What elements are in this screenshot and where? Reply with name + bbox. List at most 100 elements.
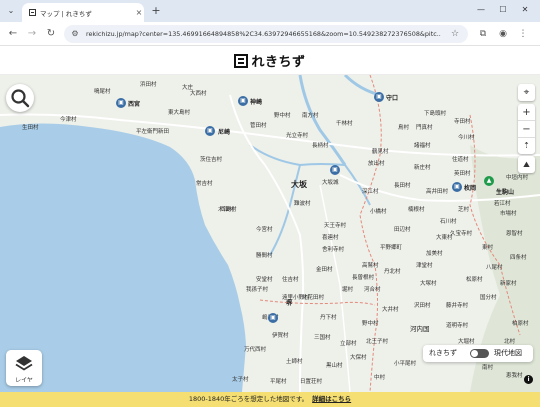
map-label: 中村 [374, 375, 386, 381]
map-label: 今宮村 [256, 227, 273, 233]
map-label: 沢田村 [414, 303, 431, 309]
notice-details-link[interactable]: 詳細はこちら [312, 395, 351, 403]
map-label: 深江村 [362, 189, 379, 195]
map-label: 平尾村 [270, 379, 287, 385]
forward-icon[interactable]: → [25, 27, 39, 41]
map-label: 野中村 [362, 321, 379, 327]
map-label: 大保村 [350, 355, 367, 361]
bookmark-star-icon[interactable]: ☆ [448, 27, 462, 41]
map-label: 放出村 [368, 161, 385, 167]
tab-close-icon[interactable]: × [134, 8, 144, 17]
new-tab-button[interactable]: + [150, 5, 162, 17]
terrain-toggle-button[interactable]: ⛰ [518, 156, 535, 173]
back-icon[interactable]: ← [6, 27, 20, 41]
map-label: 黒山村 [326, 363, 343, 369]
tab-rekichizu[interactable]: マップ | れきちず × [22, 3, 144, 22]
address-bar[interactable]: ⚙ rekichizu.jp/map?center=135.4699166489… [64, 25, 468, 43]
castle-town-icon[interactable]: ▣ [205, 126, 215, 136]
map-label: 河合村 [364, 287, 381, 293]
map-label: 松原村 [466, 277, 483, 283]
map-label: 住吉村 [282, 277, 299, 283]
map-label: 大坂 [291, 180, 307, 189]
map-label: 国分村 [480, 295, 497, 301]
map-label: 長曽根村 [352, 275, 375, 281]
map-label: 河内国 [410, 325, 430, 333]
notice-text: 1800-1840年ごろを想定した地図です。 [188, 395, 309, 403]
map-label: 長田村 [394, 183, 411, 189]
close-window-button[interactable]: ✕ [518, 4, 532, 16]
map-label: 難波村 [294, 201, 311, 207]
map-label: 中垣内村 [506, 175, 529, 181]
castle-town-icon[interactable]: ▣ [268, 313, 278, 323]
extensions-icon[interactable]: ⧉ [476, 27, 490, 41]
map-label: 平野郷町 [380, 245, 403, 251]
map-label: 北王子村 [366, 339, 389, 345]
geolocate-button[interactable]: ⌖ [518, 84, 535, 101]
map-label: 千林村 [336, 121, 353, 127]
mountain-icon[interactable]: ▲ [484, 176, 494, 186]
map-label: 東村 [482, 245, 494, 251]
map-label: 丹北村 [384, 269, 401, 275]
map-label: 太子村 [232, 377, 249, 383]
map-label: 今川村 [458, 135, 475, 141]
profile-icon[interactable]: ◉ [496, 27, 510, 41]
site-info-icon[interactable]: ⚙ [69, 28, 81, 40]
map-mode-toggle[interactable]: れきちず 現代地図 [423, 345, 533, 362]
map-label: 生田村 [22, 125, 39, 131]
zoom-out-button[interactable]: − [518, 121, 535, 138]
map-label: 鳴尾村 [94, 89, 111, 95]
locate-icon: ⌖ [523, 87, 530, 98]
map-label: 石川村 [440, 219, 457, 225]
map-label: 新庄村 [414, 165, 431, 171]
castle-town-icon[interactable]: ▣ [116, 98, 126, 108]
map-search-button[interactable] [6, 84, 34, 112]
castle-town-icon[interactable]: ▣ [238, 96, 248, 106]
map-label: 小橋村 [370, 209, 387, 215]
toggle-switch[interactable] [470, 349, 489, 358]
map-label: 楠根村 [408, 207, 425, 213]
map-label: 北村 [504, 339, 516, 345]
map-label: 北花田村 [302, 295, 325, 301]
map-label: 英田村 [454, 171, 471, 177]
site-logo[interactable]: れきちず [234, 51, 305, 70]
map-label: 大坂城 [322, 180, 339, 186]
compass-icon[interactable]: ⇡ [518, 138, 535, 154]
map-label: 天王寺村 [324, 223, 347, 229]
map-label: 木津村 [218, 207, 235, 213]
castle-town-icon[interactable]: ▣ [452, 182, 462, 192]
mountain-terrain-icon: ⛰ [523, 160, 530, 169]
map-label: 今津村 [60, 117, 77, 123]
map-label: 大東村 [436, 235, 453, 241]
info-icon[interactable]: i [524, 375, 533, 384]
minimize-button[interactable]: — [474, 4, 488, 16]
map-label: 南方村 [302, 113, 319, 119]
map-label: 高鷲村 [362, 263, 379, 269]
castle-town-icon[interactable]: ▣ [374, 92, 384, 102]
map-label: 鶴見村 [372, 149, 389, 155]
reload-icon[interactable]: ↻ [44, 27, 58, 41]
map-label: 浜田村 [140, 82, 157, 88]
map-label: 長柄村 [312, 143, 329, 149]
map-label: 大庄 [182, 85, 194, 91]
map-label: 光立寺村 [286, 133, 309, 139]
layer-button[interactable]: レイヤ [6, 350, 42, 386]
map-label: 舎利寺村 [322, 247, 345, 253]
maximize-button[interactable]: ☐ [496, 4, 510, 16]
search-icon [11, 89, 30, 108]
map-label: 加美村 [426, 251, 443, 257]
map-label: 恵我村 [506, 373, 523, 379]
url-text[interactable]: rekichizu.jp/map?center=135.469916648948… [86, 25, 441, 43]
map-label: 鳥村 [398, 125, 410, 131]
osaka-castle-icon[interactable]: ▣ [330, 165, 340, 175]
map-label: 丹下村 [320, 315, 337, 321]
map-label: 尼崎 [218, 129, 231, 136]
browser-toolbar: ← → ↻ ⚙ rekichizu.jp/map?center=135.4699… [0, 22, 540, 46]
map-label: 小平尾村 [394, 361, 417, 367]
site-header: れきちず [0, 47, 540, 75]
map-label: 伊賀村 [272, 333, 289, 339]
zoom-in-button[interactable]: + [518, 104, 535, 121]
map-label: 新家村 [500, 281, 517, 287]
toggle-rekichizu-label: れきちず [429, 349, 457, 357]
tab-search-icon[interactable]: ⌄ [6, 6, 16, 16]
menu-icon[interactable]: ⋮ [516, 27, 530, 41]
